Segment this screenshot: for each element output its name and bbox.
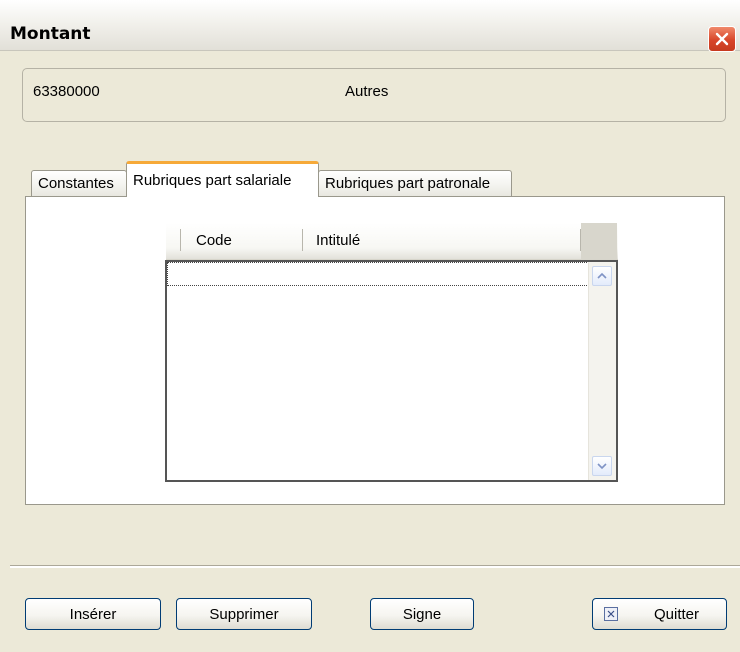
- supprimer-button[interactable]: Supprimer: [176, 598, 312, 630]
- quitter-button[interactable]: Quitter: [592, 598, 727, 630]
- chevron-up-icon: [597, 272, 607, 279]
- account-code: 63380000: [33, 83, 100, 100]
- quitter-label: Quitter: [654, 605, 700, 623]
- column-header-intitule[interactable]: Intitulé: [316, 232, 360, 249]
- vertical-scrollbar[interactable]: [588, 262, 616, 480]
- column-header-code[interactable]: Code: [196, 232, 232, 249]
- tab-rubriques-part-salariale[interactable]: Rubriques part salariale: [126, 161, 319, 197]
- title-bar: Montant: [0, 0, 740, 52]
- close-icon: [715, 32, 729, 46]
- tab-rubriques-part-patronale[interactable]: Rubriques part patronale: [318, 170, 512, 196]
- window-title: Montant: [10, 24, 91, 44]
- account-name: Autres: [345, 83, 389, 100]
- column-separator[interactable]: [302, 229, 303, 251]
- quit-icon: [604, 607, 618, 621]
- close-button[interactable]: [708, 26, 736, 52]
- tab-panel: Code Intitulé: [25, 196, 725, 505]
- separator: [10, 565, 740, 568]
- scroll-up-button[interactable]: [592, 266, 612, 286]
- grid-header-corner: [581, 223, 617, 259]
- tab-constantes[interactable]: Constantes: [31, 170, 127, 196]
- grid-header: Code Intitulé: [166, 223, 618, 261]
- account-info-panel: 63380000 Autres: [22, 68, 726, 122]
- scroll-down-button[interactable]: [592, 456, 612, 476]
- grid-body[interactable]: [165, 260, 618, 482]
- chevron-down-icon: [597, 463, 607, 470]
- table-row[interactable]: [167, 262, 589, 286]
- inserer-button[interactable]: Insérer: [25, 598, 161, 630]
- column-separator[interactable]: [180, 229, 181, 251]
- signe-button[interactable]: Signe: [370, 598, 474, 630]
